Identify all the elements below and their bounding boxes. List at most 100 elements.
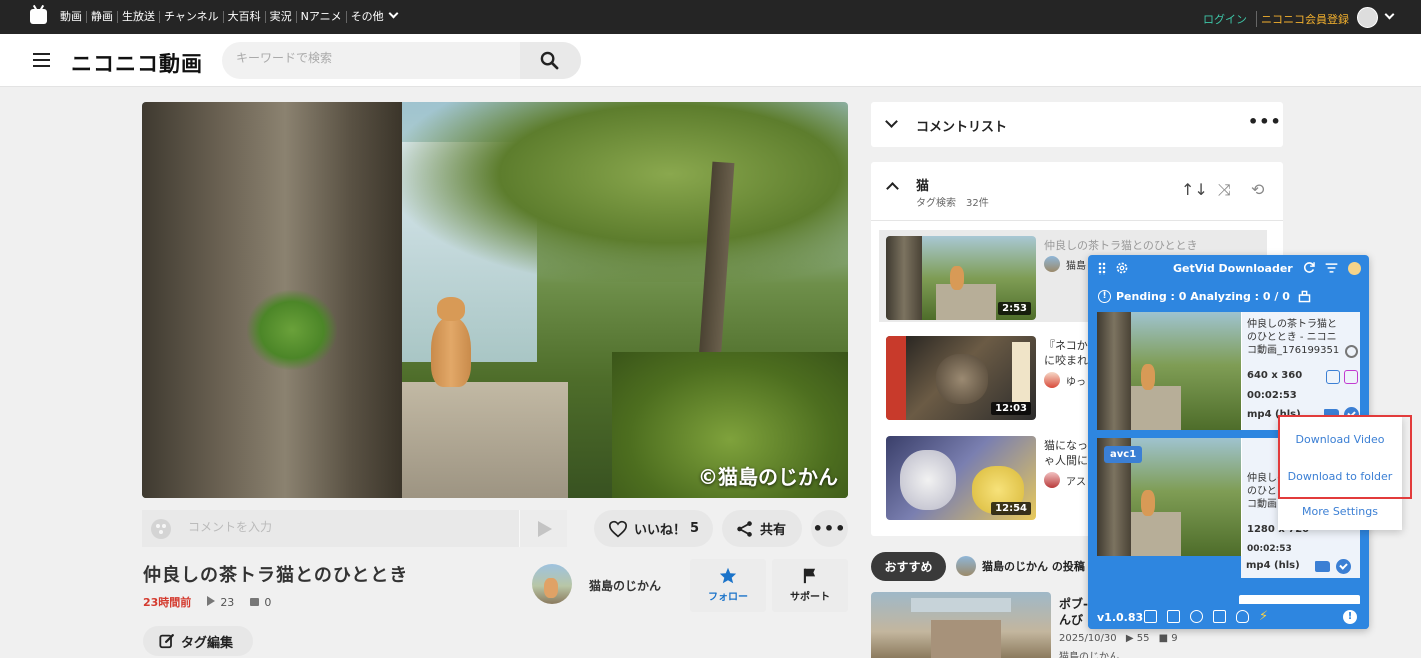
repeat-icon[interactable]: ⟲ bbox=[1251, 180, 1264, 199]
database-icon[interactable] bbox=[1298, 290, 1311, 303]
crosshair-icon[interactable] bbox=[1345, 345, 1358, 358]
playlist-divider bbox=[871, 220, 1283, 221]
send-comment-button[interactable] bbox=[519, 510, 567, 547]
palette-icon[interactable] bbox=[151, 519, 171, 539]
comment-list-title: コメントリスト bbox=[916, 120, 1008, 135]
topnav-video[interactable]: 動画 bbox=[56, 11, 87, 23]
alert-icon[interactable]: ! bbox=[1343, 610, 1357, 624]
getvid-item-info: 仲良しの茶トラ猫とのひととき - ニコニコ動画_1761993518 640 x… bbox=[1242, 312, 1360, 430]
comment-input[interactable] bbox=[188, 520, 508, 534]
recommend-owner[interactable]: 猫島のじかん bbox=[1059, 648, 1119, 658]
refresh-icon[interactable] bbox=[1303, 261, 1316, 274]
getvid-duration: 00:02:53 bbox=[1247, 390, 1297, 401]
playlist-subtitle: タグ検索 32件 bbox=[916, 198, 989, 209]
flag-icon bbox=[803, 568, 816, 584]
comment-count: 0 bbox=[250, 596, 271, 609]
niconico-logo-icon[interactable] bbox=[30, 9, 47, 24]
login-link[interactable]: ログイン bbox=[1203, 11, 1247, 27]
recommend-thumbnail[interactable] bbox=[871, 592, 1051, 658]
lightbulb-icon[interactable] bbox=[1236, 610, 1249, 623]
playlist-thumbnail[interactable]: 12:54 bbox=[886, 436, 1036, 520]
recommend-tab[interactable]: おすすめ bbox=[871, 552, 946, 581]
like-button[interactable]: いいね！ 5 bbox=[594, 510, 713, 547]
image-icon[interactable] bbox=[1213, 610, 1226, 623]
tag-edit-button[interactable]: タグ編集 bbox=[143, 626, 253, 656]
playlist-item-owner: アス bbox=[1044, 472, 1086, 488]
chevron-down-icon[interactable] bbox=[885, 115, 898, 128]
owner-avatar bbox=[1044, 372, 1060, 388]
topnav-seiga[interactable]: 静画 bbox=[87, 11, 118, 23]
comment-list-menu-icon[interactable]: ••• bbox=[1248, 112, 1282, 131]
video-icon[interactable] bbox=[1344, 370, 1358, 384]
video-player[interactable]: ©猫島のじかん bbox=[142, 102, 848, 498]
brand-logo[interactable]: ニコニコ動画 bbox=[71, 48, 203, 78]
video-foliage bbox=[402, 102, 848, 282]
chevron-up-icon[interactable] bbox=[886, 182, 899, 195]
playlist-item-title[interactable]: 仲良しの茶トラ猫とのひととき bbox=[1044, 238, 1264, 253]
recommend-date: 2025/10/30 bbox=[1059, 633, 1117, 644]
support-button[interactable]: サポート bbox=[772, 559, 848, 612]
video-title: 仲良しの茶トラ猫とのひととき bbox=[143, 565, 409, 586]
topnav-more[interactable]: その他 bbox=[347, 11, 401, 23]
video-meta: 23時間前 23 0 bbox=[143, 594, 271, 610]
codec-badge: avc1 bbox=[1104, 446, 1143, 463]
chevron-down-icon[interactable] bbox=[1384, 9, 1395, 20]
channel-avatar-small bbox=[956, 556, 976, 576]
getvid-thumbnail[interactable] bbox=[1097, 312, 1241, 430]
tag-edit-label: タグ編集 bbox=[181, 635, 234, 651]
user-avatar[interactable] bbox=[1357, 7, 1378, 28]
share-icon bbox=[737, 520, 752, 537]
folder-icon[interactable] bbox=[1315, 561, 1330, 572]
star-icon bbox=[719, 567, 737, 584]
getvid-footer: v1.0.83 ⚡ ! bbox=[1088, 604, 1369, 629]
getvid-header[interactable]: GetVid Downloader bbox=[1088, 255, 1369, 282]
getvid-title: GetVid Downloader bbox=[1173, 262, 1293, 275]
channel-avatar[interactable] bbox=[532, 564, 572, 604]
theme-toggle[interactable] bbox=[1348, 262, 1361, 275]
getvid-item[interactable]: 仲良しの茶トラ猫とのひととき - ニコニコ動画_1761993518 640 x… bbox=[1097, 312, 1360, 430]
record-icon[interactable] bbox=[1190, 610, 1203, 623]
menu-icon[interactable] bbox=[33, 53, 50, 67]
highlight-box bbox=[1278, 415, 1412, 499]
playlist-thumbnail[interactable]: 12:03 bbox=[886, 336, 1036, 420]
gear-icon[interactable] bbox=[1115, 261, 1129, 275]
share-button[interactable]: 共有 bbox=[722, 510, 802, 547]
more-options-button[interactable]: ••• bbox=[811, 510, 848, 547]
recommend-channel-tab[interactable]: 猫島のじかん の投稿 bbox=[956, 556, 1085, 576]
audio-icon[interactable] bbox=[1326, 370, 1340, 384]
filter-icon[interactable] bbox=[1325, 262, 1338, 274]
playlist-duration: 12:54 bbox=[991, 502, 1031, 515]
follow-button[interactable]: フォロー bbox=[690, 559, 766, 612]
edit-icon bbox=[159, 634, 174, 649]
getvid-filename: 仲良しの茶トラ猫とのひととき - ニコニコ動画_1761993518 bbox=[1247, 319, 1340, 356]
list-icon[interactable] bbox=[1167, 610, 1180, 623]
recommend-views: ▶ 55 bbox=[1125, 633, 1150, 644]
topnav-jikkyo[interactable]: 実況 bbox=[266, 11, 297, 23]
search-box bbox=[222, 42, 581, 79]
search-input[interactable] bbox=[236, 51, 516, 65]
shuffle-icon[interactable]: ⤨ bbox=[1218, 180, 1231, 200]
playlist-thumbnail[interactable]: 2:53 bbox=[886, 236, 1036, 320]
drag-handle-icon[interactable] bbox=[1098, 262, 1106, 275]
posted-time: 23時間前 bbox=[143, 596, 192, 609]
topnav-channel[interactable]: チャンネル bbox=[160, 11, 224, 23]
topnav-live[interactable]: 生放送 bbox=[118, 11, 160, 23]
download-icon[interactable] bbox=[1336, 559, 1351, 574]
comment-list-panel[interactable]: コメントリスト ••• bbox=[871, 102, 1283, 147]
getvid-thumbnail[interactable]: avc1 bbox=[1097, 438, 1241, 556]
channel-name[interactable]: 猫島のじかん bbox=[589, 577, 661, 594]
more-settings-option[interactable]: More Settings bbox=[1278, 505, 1402, 518]
register-link[interactable]: ニコニコ会員登録 bbox=[1256, 11, 1349, 27]
getvid-version: v1.0.83 bbox=[1097, 611, 1144, 624]
sort-icon[interactable]: ↑↓ bbox=[1181, 180, 1208, 199]
share-label: 共有 bbox=[760, 523, 787, 538]
search-button[interactable] bbox=[520, 42, 581, 79]
topnav-nanime[interactable]: Nアニメ bbox=[297, 11, 347, 23]
top-bar: 動画 静画 生放送 チャンネル 大百科 実況 Nアニメ その他 ログイン ニコニ… bbox=[0, 0, 1421, 34]
site-header: ニコニコ動画 bbox=[0, 34, 1421, 87]
topnav-dic[interactable]: 大百科 bbox=[224, 11, 266, 23]
video-wall bbox=[388, 382, 568, 498]
like-count: 5 bbox=[690, 521, 700, 536]
lightning-icon[interactable]: ⚡ bbox=[1259, 610, 1272, 623]
megaphone-icon[interactable] bbox=[1144, 610, 1157, 623]
